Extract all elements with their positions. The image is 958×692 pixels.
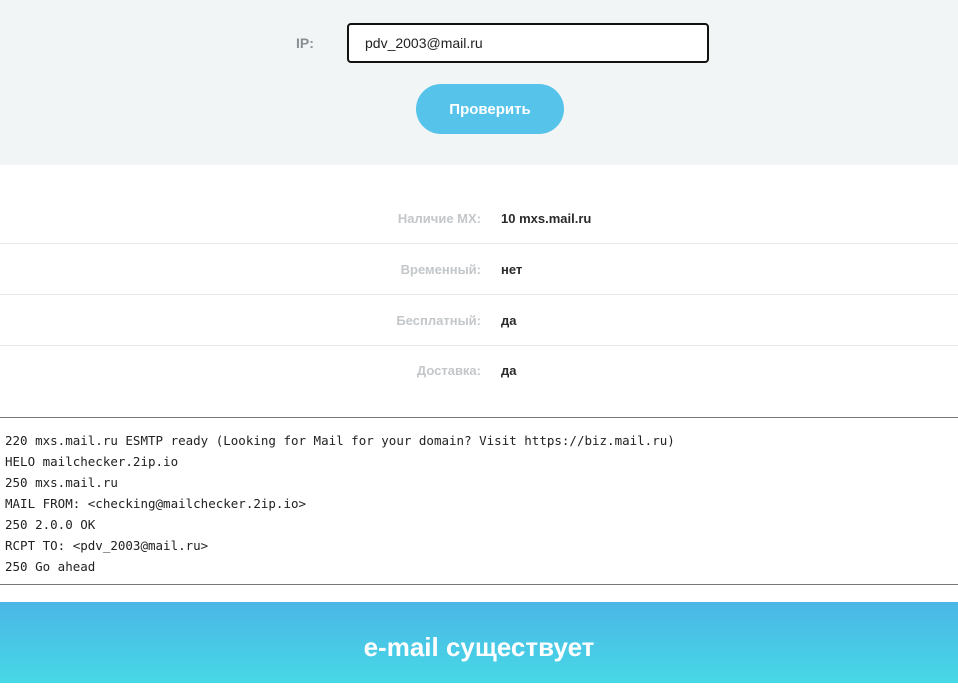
log-line: 250 mxs.mail.ru	[5, 475, 118, 490]
ip-label: IP:	[296, 35, 314, 51]
ip-input[interactable]	[347, 23, 709, 63]
result-banner: e-mail существует	[0, 602, 958, 683]
check-form-panel: IP: Проверить	[0, 0, 958, 165]
smtp-log: 220 mxs.mail.ru ESMTP ready (Looking for…	[0, 417, 958, 585]
info-label: Временный:	[400, 262, 481, 277]
info-label: Наличие MX:	[397, 211, 481, 226]
info-label: Доставка:	[416, 363, 481, 378]
info-value: 10 mxs.mail.ru	[501, 211, 592, 226]
info-value: да	[501, 363, 517, 378]
log-line: 220 mxs.mail.ru ESMTP ready (Looking for…	[5, 433, 675, 448]
log-line: 250 Go ahead	[5, 559, 96, 574]
log-line: MAIL FROM: <checking@mailchecker.2ip.io>	[5, 496, 307, 511]
result-text: e-mail существует	[363, 632, 595, 662]
info-row-free: Бесплатный: да	[0, 296, 958, 346]
log-line: HELO mailchecker.2ip.io	[5, 454, 179, 469]
check-button[interactable]: Проверить	[416, 84, 564, 134]
info-row-delivery: Доставка: да	[0, 346, 958, 396]
info-row-temporary: Временный: нет	[0, 245, 958, 295]
info-value: да	[501, 313, 517, 328]
info-row-mx: Наличие MX: 10 mxs.mail.ru	[0, 194, 958, 244]
info-value: нет	[501, 262, 523, 277]
row-divider	[0, 294, 958, 295]
info-label: Бесплатный:	[396, 313, 481, 328]
log-line: RCPT TO: <pdv_2003@mail.ru>	[5, 538, 209, 553]
row-divider	[0, 243, 958, 244]
log-line: 250 2.0.0 OK	[5, 517, 96, 532]
